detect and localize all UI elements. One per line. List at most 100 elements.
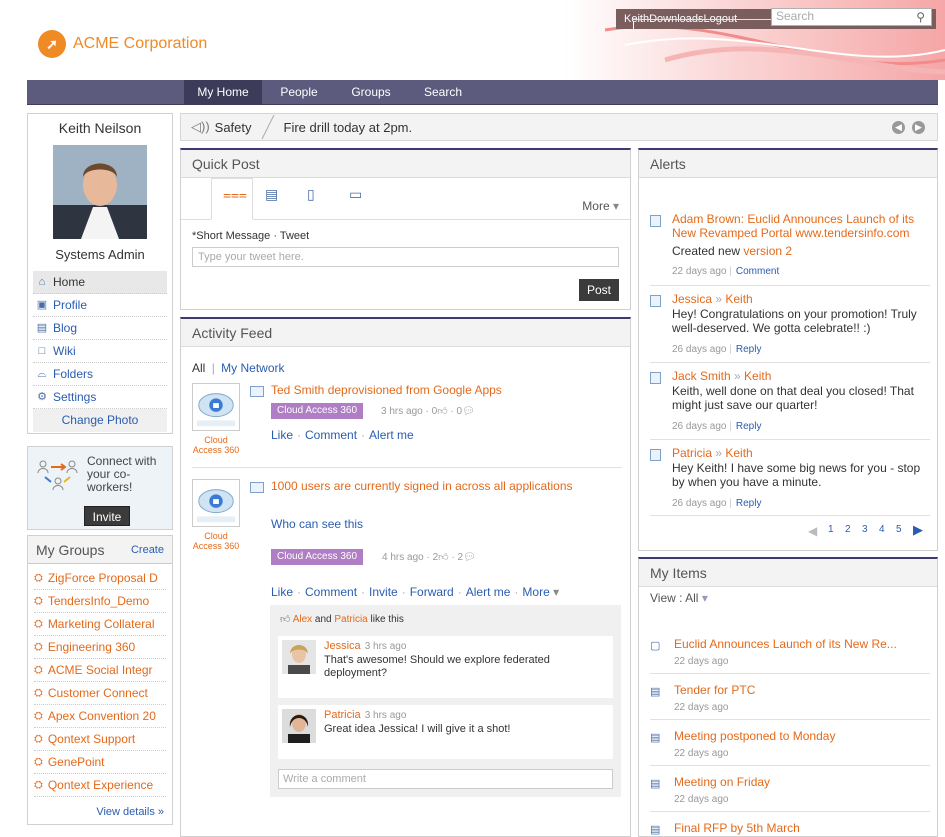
who-can-see-link[interactable]: Who can see this: [271, 517, 363, 531]
group-item[interactable]: ⛭ GenePoint: [34, 751, 166, 774]
ticker-label: ◁)) Safety: [181, 119, 252, 135]
page-link[interactable]: 2: [845, 524, 851, 535]
search-icon[interactable]: ⚲: [916, 10, 925, 24]
status-icon[interactable]: ⩶: [223, 186, 247, 206]
alert-me-link[interactable]: Alert me: [466, 585, 511, 599]
view-details-link[interactable]: View details »: [28, 806, 172, 818]
source-badge[interactable]: Cloud Access 360: [271, 403, 364, 419]
group-link[interactable]: Apex Convention 20: [48, 705, 156, 727]
tab-search[interactable]: Search: [409, 80, 477, 105]
view-filter[interactable]: View : All ▾: [650, 591, 708, 605]
group-item[interactable]: ⛭ ACME Social Integr: [34, 659, 166, 682]
page-link[interactable]: 1: [828, 524, 834, 535]
tab-people[interactable]: People: [265, 80, 333, 105]
group-link[interactable]: Qontext Experience: [48, 774, 153, 796]
tab-my-home[interactable]: My Home: [184, 80, 262, 105]
ticker-next-icon[interactable]: ▶: [912, 121, 925, 134]
version-link[interactable]: version 2: [743, 244, 792, 258]
reply-link[interactable]: Reply: [736, 421, 762, 432]
menu-item-profile[interactable]: ▣ Profile: [33, 294, 167, 317]
more-dropdown[interactable]: More ▾: [582, 199, 619, 213]
logo[interactable]: ➚ ACME Corporation: [38, 30, 207, 58]
comment-link[interactable]: Comment: [305, 428, 357, 442]
alert-from[interactable]: Patricia: [672, 446, 712, 460]
liker-link[interactable]: Patricia: [334, 614, 367, 625]
commenter-name-text[interactable]: Jessica: [324, 640, 361, 652]
forward-link[interactable]: Forward: [410, 585, 454, 599]
invite-button[interactable]: Invite: [84, 506, 130, 526]
alert-to[interactable]: Keith: [744, 369, 771, 383]
group-link[interactable]: TendersInfo_Demo: [48, 590, 149, 612]
group-item[interactable]: ⛭ Customer Connect: [34, 682, 166, 705]
comment-link[interactable]: Comment: [305, 585, 357, 599]
source-badge[interactable]: Cloud Access 360: [271, 549, 364, 565]
pager-next-icon[interactable]: ▶: [913, 522, 923, 538]
filter-all[interactable]: All: [192, 361, 205, 375]
alert-title[interactable]: Adam Brown: Euclid Announces Launch of i…: [672, 212, 930, 240]
cloud-access-avatar[interactable]: [192, 479, 240, 527]
cloud-access-avatar[interactable]: [192, 383, 240, 431]
commenter-avatar[interactable]: [282, 709, 316, 743]
filter-my-network[interactable]: My Network: [221, 361, 284, 375]
feed-item-title[interactable]: Ted Smith deprovisioned from Google Apps: [271, 383, 502, 397]
page-link[interactable]: 4: [879, 524, 885, 535]
like-link[interactable]: Like: [271, 428, 293, 442]
alert-to[interactable]: Keith: [725, 446, 752, 460]
alert-from[interactable]: Jack Smith: [672, 369, 731, 383]
group-item[interactable]: ⛭ TendersInfo_Demo: [34, 590, 166, 613]
feed-item-title[interactable]: 1000 users are currently signed in acros…: [271, 479, 573, 493]
alert-from[interactable]: Jessica: [672, 292, 712, 306]
reply-link[interactable]: Reply: [736, 498, 762, 509]
group-item[interactable]: ⛭ Apex Convention 20: [34, 705, 166, 728]
group-item[interactable]: ⛭ Qontext Support: [34, 728, 166, 751]
group-link[interactable]: ACME Social Integr: [48, 659, 153, 681]
document-icon[interactable]: ▭: [349, 186, 367, 206]
create-group-link[interactable]: Create: [131, 544, 164, 556]
group-item[interactable]: ⛭ Marketing Collateral: [34, 613, 166, 636]
discussion-icon[interactable]: ▤: [265, 186, 283, 206]
my-item-title[interactable]: Meeting on Friday: [674, 775, 770, 789]
pager-prev-icon[interactable]: ◀: [808, 524, 817, 538]
comment-text: That's awesome! Should we explore federa…: [324, 654, 550, 679]
my-item-title[interactable]: Meeting postponed to Monday: [674, 729, 835, 743]
page-link[interactable]: 3: [862, 524, 868, 535]
comment-link[interactable]: Comment: [736, 266, 779, 277]
change-photo-link[interactable]: Change Photo: [33, 409, 167, 432]
group-link[interactable]: Engineering 360: [48, 636, 135, 658]
menu-item-home[interactable]: ⌂ Home: [33, 271, 167, 294]
invite-link[interactable]: Invite: [369, 585, 398, 599]
group-link[interactable]: ZigForce Proposal D: [48, 567, 158, 589]
profile-photo[interactable]: [53, 145, 147, 239]
menu-item-blog[interactable]: ▤ Blog: [33, 317, 167, 340]
group-link[interactable]: Customer Connect: [48, 682, 148, 704]
liker-link[interactable]: Alex: [293, 614, 312, 625]
menu-label: Blog: [53, 320, 78, 335]
more-link[interactable]: More: [522, 585, 549, 599]
my-item-title[interactable]: Euclid Announces Launch of its New Re...: [674, 637, 897, 651]
search-input[interactable]: Search ⚲: [771, 8, 932, 26]
group-link[interactable]: Marketing Collateral: [48, 613, 155, 635]
alert-to[interactable]: Keith: [725, 292, 752, 306]
group-item[interactable]: ⛭ Qontext Experience: [34, 774, 166, 797]
menu-item-wiki[interactable]: □ Wiki: [33, 340, 167, 363]
ticker-prev-icon[interactable]: ◀: [892, 121, 905, 134]
comment-input[interactable]: Write a comment: [278, 769, 613, 789]
my-item-title[interactable]: Tender for PTC: [674, 683, 755, 697]
commenter-name-text[interactable]: Patricia: [324, 709, 361, 721]
post-button[interactable]: Post: [579, 279, 619, 301]
tweet-input[interactable]: Type your tweet here.: [192, 247, 619, 267]
like-link[interactable]: Like: [271, 585, 293, 599]
group-link[interactable]: Qontext Support: [48, 728, 135, 750]
bookmark-icon[interactable]: ▯: [307, 186, 325, 206]
menu-item-folders[interactable]: ⌓ Folders: [33, 363, 167, 386]
group-link[interactable]: GenePoint: [48, 751, 105, 773]
menu-item-settings[interactable]: ⚙ Settings: [33, 386, 167, 409]
alert-me-link[interactable]: Alert me: [369, 428, 414, 442]
logo-text: ACME Corporation: [73, 35, 208, 52]
group-item[interactable]: ⛭ Engineering 360: [34, 636, 166, 659]
commenter-avatar[interactable]: [282, 640, 316, 674]
page-link[interactable]: 5: [896, 524, 902, 535]
group-item[interactable]: ⛭ ZigForce Proposal D: [34, 567, 166, 590]
tab-groups[interactable]: Groups: [335, 80, 407, 105]
reply-link[interactable]: Reply: [736, 344, 762, 355]
